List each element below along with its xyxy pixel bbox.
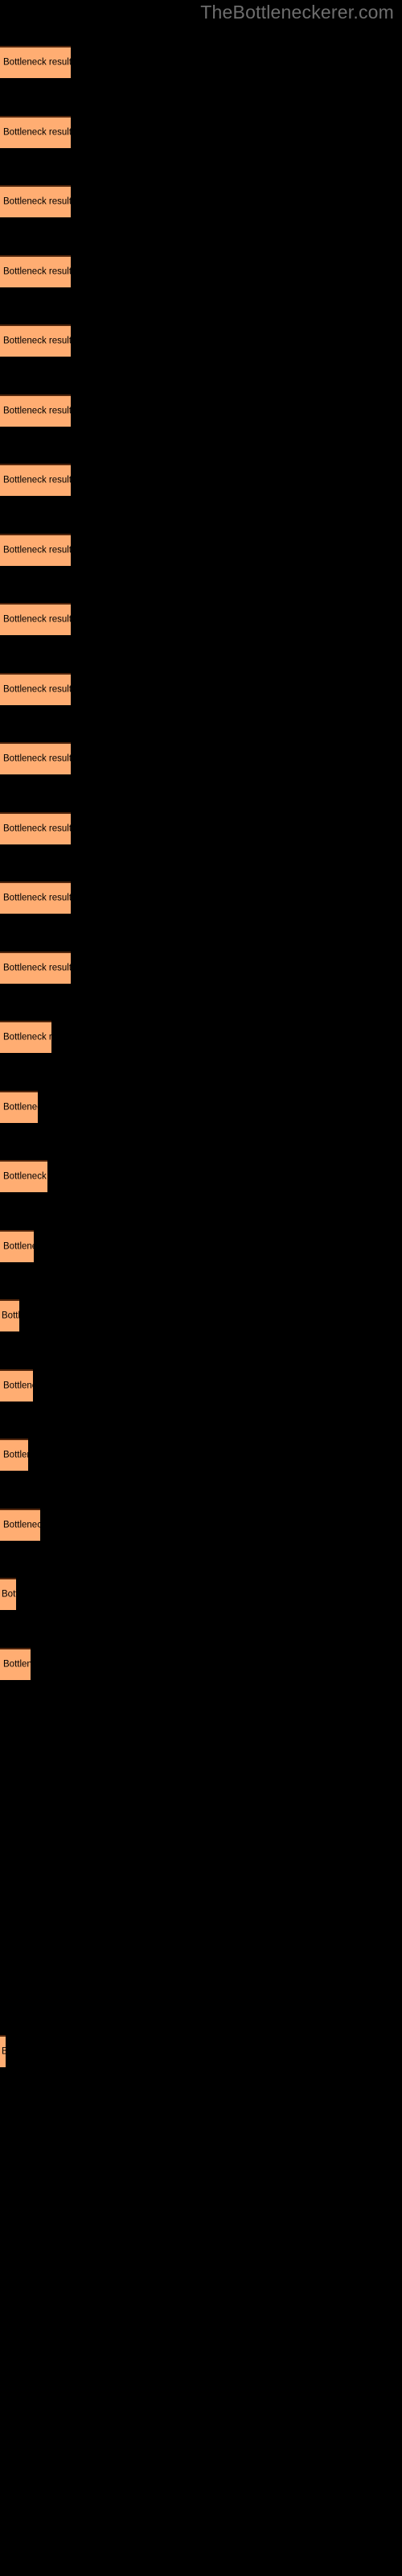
bar-label: Bottleneck result: [3, 1381, 33, 1391]
bar-label: Bottleneck result: [3, 1241, 34, 1252]
bar-label: Bottleneck result: [3, 1450, 28, 1460]
bottleneck-result-bar[interactable]: Bottleneck result: [0, 1160, 47, 1192]
bar-label: Bottleneck result: [2, 1589, 16, 1600]
bar-label: Bottleneck result: [3, 1520, 40, 1530]
bottleneck-result-bar[interactable]: Bottleneck result: [0, 1369, 33, 1402]
bottleneck-result-bar[interactable]: Bottleneck result: [0, 116, 71, 148]
bar-label: Bottleneck result: [3, 893, 71, 903]
bottleneck-result-bar[interactable]: Bottleneck result: [0, 464, 71, 496]
bar-label: Bottleneck result: [3, 753, 71, 764]
bottleneck-result-bar[interactable]: Bottleneck result: [0, 1509, 40, 1541]
bar-label: Bottleneck result: [3, 127, 71, 138]
bottleneck-result-bar[interactable]: Bottleneck result: [0, 1021, 51, 1053]
bar-label: Bottleneck result: [3, 336, 71, 346]
bottleneck-result-bar[interactable]: Bottleneck result: [0, 1648, 31, 1680]
bottleneck-result-bar[interactable]: Bottleneck result: [0, 742, 71, 774]
chart-canvas: TheBottleneckerer.com Bottleneck result B…: [0, 0, 402, 2576]
bar-label: Bottleneck result: [3, 824, 71, 834]
bottleneck-result-bar[interactable]: Bottleneck result: [0, 952, 71, 984]
bar-label: Bottleneck result: [3, 684, 71, 695]
bar-label: Bottleneck result: [3, 963, 71, 973]
bottleneck-result-bar[interactable]: Bottleneck result: [0, 1439, 28, 1471]
bar-label: Bottleneck result: [3, 266, 71, 277]
bar-label: Bottleneck result: [3, 1102, 38, 1113]
bar-label: Bottleneck result: [2, 2047, 6, 2058]
bottleneck-result-bar[interactable]: Bottleneck result: [0, 673, 71, 705]
bottleneck-result-bar[interactable]: Bottleneck result: [0, 1578, 16, 1610]
bottleneck-result-bar[interactable]: Bottleneck result: [0, 1091, 38, 1123]
bottleneck-result-bar[interactable]: Bottleneck result: [0, 255, 71, 287]
bottleneck-result-bar[interactable]: Bottleneck result: [0, 1299, 19, 1331]
bar-label: Bottleneck result: [3, 1171, 47, 1182]
bottleneck-result-bar[interactable]: Bottleneck result: [0, 2035, 6, 2067]
bar-label: Bottleneck result: [2, 1311, 19, 1321]
bar-label: Bottleneck result: [3, 1032, 51, 1042]
bottleneck-result-bar[interactable]: Bottleneck result: [0, 534, 71, 566]
bottleneck-result-bar[interactable]: Bottleneck result: [0, 812, 71, 844]
bar-label: Bottleneck result: [3, 196, 71, 207]
bottleneck-result-bar[interactable]: Bottleneck result: [0, 185, 71, 217]
bottleneck-result-bar[interactable]: Bottleneck result: [0, 394, 71, 427]
bar-label: Bottleneck result: [3, 475, 71, 485]
bottleneck-result-bar[interactable]: Bottleneck result: [0, 881, 71, 914]
bar-label: Bottleneck result: [3, 406, 71, 416]
bar-label: Bottleneck result: [3, 614, 71, 625]
bottleneck-result-bar[interactable]: Bottleneck result: [0, 46, 71, 78]
bottleneck-result-bar[interactable]: Bottleneck result: [0, 1230, 34, 1262]
bar-label: Bottleneck result: [3, 57, 71, 68]
bottleneck-result-bar[interactable]: Bottleneck result: [0, 603, 71, 635]
bottleneck-result-bar[interactable]: Bottleneck result: [0, 324, 71, 357]
bar-label: Bottleneck result: [3, 1659, 31, 1670]
site-watermark: TheBottleneckerer.com: [200, 2, 394, 23]
bar-label: Bottleneck result: [3, 545, 71, 555]
